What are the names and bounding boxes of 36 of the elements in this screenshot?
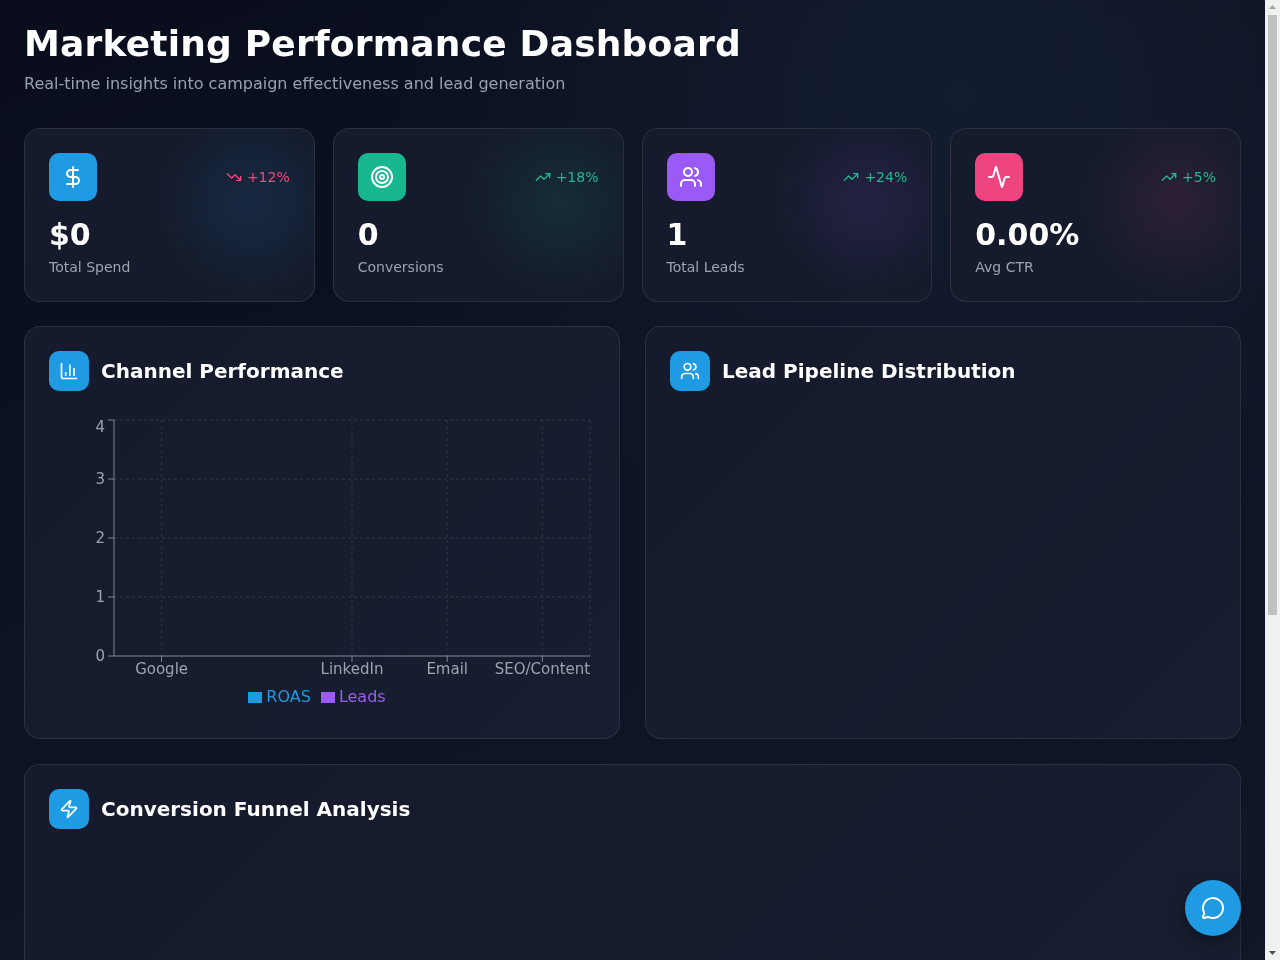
x-axis-label: LinkedIn xyxy=(320,660,384,678)
change-label: +5% xyxy=(1182,168,1216,187)
stat-value: $0 xyxy=(49,217,92,253)
change-label: +24% xyxy=(864,168,908,187)
x-axis-label: Email xyxy=(426,660,468,678)
stat-value: 1 xyxy=(666,217,689,253)
scrollbar-thumb[interactable] xyxy=(1268,15,1277,615)
chat-bubble-icon xyxy=(1201,896,1225,920)
stat-value: 0 xyxy=(357,217,380,253)
change-label: +12% xyxy=(246,168,290,187)
page-subtitle: Real-time insights into campaign effectiveness and lead generation xyxy=(24,73,567,95)
stat-label: Total Leads xyxy=(666,258,746,277)
panel-title: Conversion Funnel Analysis xyxy=(101,796,411,823)
lightning-icon xyxy=(49,789,89,829)
caret-up-icon[interactable] xyxy=(1269,5,1276,9)
stat-label: Total Spend xyxy=(49,258,132,277)
y-axis-label: 1 xyxy=(95,588,105,606)
panel-title: Channel Performance xyxy=(101,358,344,385)
legend-label: Leads xyxy=(338,687,386,707)
x-axis-label: Google xyxy=(135,660,189,678)
bar-chart-icon xyxy=(49,351,89,391)
caret-down-icon[interactable] xyxy=(1269,951,1276,955)
panel-title: Lead Pipeline Distribution xyxy=(722,358,1016,385)
y-axis-label: 4 xyxy=(95,418,105,436)
scrollbar[interactable] xyxy=(1265,0,1280,960)
x-axis-label: SEO/Content xyxy=(494,660,591,678)
legend-label: ROAS xyxy=(266,687,311,707)
y-axis-label: 2 xyxy=(95,529,105,547)
page-title: Marketing Performance Dashboard xyxy=(24,24,742,64)
stat-value: 0.00% xyxy=(975,217,1081,253)
y-axis-label: 3 xyxy=(95,470,105,488)
stat-label: Avg CTR xyxy=(975,258,1035,277)
stat-label: Conversions xyxy=(357,258,445,277)
change-label: +18% xyxy=(555,168,599,187)
y-axis-label: 0 xyxy=(95,647,105,665)
users-icon xyxy=(670,351,710,391)
